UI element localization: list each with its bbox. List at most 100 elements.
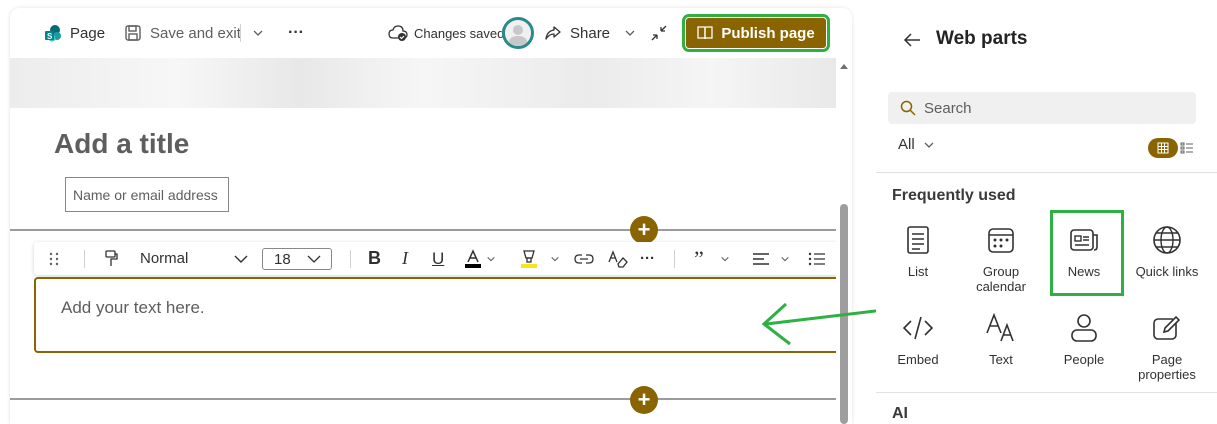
bullet-list-button[interactable]: [808, 242, 826, 275]
text-style-dropdown[interactable]: Normal: [140, 242, 248, 275]
clear-formatting-button[interactable]: [608, 242, 628, 275]
chevron-down-icon: [487, 256, 495, 261]
share-label: Share: [570, 24, 611, 42]
bold-icon: B: [368, 248, 381, 268]
search-icon: [900, 100, 916, 116]
plus-icon: +: [637, 217, 651, 242]
grid-icon: [1157, 142, 1169, 154]
highlight-button[interactable]: [520, 242, 560, 275]
web-part-people[interactable]: People: [1044, 310, 1124, 367]
bold-button[interactable]: B: [368, 242, 381, 275]
web-parts-search-input[interactable]: Search: [888, 92, 1196, 124]
italic-button[interactable]: I: [402, 242, 408, 275]
web-part-page-properties[interactable]: Page properties: [1127, 310, 1207, 382]
web-part-quick-links[interactable]: Quick links: [1127, 222, 1207, 279]
web-part-list[interactable]: List: [878, 222, 958, 279]
section-heading-frequently-used: Frequently used: [892, 187, 1016, 204]
web-part-label: Page properties: [1138, 352, 1196, 382]
drag-handle-icon: [49, 252, 59, 265]
book-icon: [697, 26, 713, 40]
panel-divider: [876, 392, 1217, 393]
chevron-down-icon: [551, 256, 559, 261]
more-icon: ···: [640, 250, 655, 267]
font-size-value: 18: [274, 250, 291, 268]
share-icon: [545, 26, 561, 40]
more-formatting-button[interactable]: ···: [640, 242, 655, 275]
text-icon: [986, 313, 1014, 342]
save-status: Changes saved: [388, 18, 504, 48]
avatar-icon: [508, 25, 528, 46]
grid-view-toggle[interactable]: [1148, 138, 1178, 158]
chevron-down-icon: [253, 30, 263, 36]
chevron-down-icon: [234, 255, 248, 263]
list-icon: [907, 226, 929, 254]
chevron-down-icon: [781, 256, 789, 261]
scrollbar[interactable]: [836, 58, 852, 424]
underline-icon: U: [432, 248, 445, 268]
save-and-exit-button[interactable]: Save and exit: [124, 18, 241, 48]
add-section-button[interactable]: +: [630, 216, 658, 244]
web-part-label: Quick links: [1135, 264, 1199, 279]
link-button[interactable]: [574, 242, 594, 275]
title-banner-image: [10, 58, 836, 108]
bullet-list-icon: [808, 252, 825, 265]
separator: [350, 250, 351, 268]
quote-button[interactable]: ”: [694, 242, 730, 275]
text-formatting-toolbar: Normal 18 B I U ··· ”: [34, 242, 840, 275]
back-arrow-icon[interactable]: [902, 30, 922, 50]
web-part-embed[interactable]: Embed: [878, 310, 958, 367]
scroll-up-icon[interactable]: [839, 62, 849, 70]
collapse-icon: [651, 25, 667, 41]
page-title-input[interactable]: Add a title: [54, 128, 189, 160]
more-options-button[interactable]: ···: [288, 18, 304, 48]
add-section-button[interactable]: +: [630, 386, 658, 414]
page-button[interactable]: S Page: [44, 18, 105, 48]
web-part-text[interactable]: Text: [961, 310, 1041, 367]
person-icon: [1071, 314, 1097, 342]
align-button[interactable]: [752, 242, 790, 275]
format-painter-button[interactable]: [104, 242, 118, 275]
chevron-down-icon: [721, 256, 729, 261]
list-view-icon[interactable]: [1180, 142, 1194, 154]
section-heading-ai: AI: [892, 405, 908, 422]
separator: [240, 24, 241, 42]
share-button[interactable]: Share: [544, 18, 636, 48]
web-part-label: Group calendar: [976, 264, 1026, 294]
collapse-button[interactable]: [650, 18, 668, 48]
edit-icon: [1153, 315, 1181, 340]
publish-page-button[interactable]: Publish page: [682, 14, 830, 52]
web-part-label: List: [907, 264, 929, 279]
author-input[interactable]: Name or email address: [65, 177, 229, 212]
chevron-down-icon: [307, 255, 321, 263]
italic-icon: I: [402, 248, 408, 268]
drag-handle[interactable]: [48, 242, 60, 275]
link-icon: [574, 253, 594, 264]
publish-page-label: Publish page: [721, 24, 815, 42]
text-web-part-input[interactable]: Add your text here.: [34, 277, 844, 353]
web-part-group-calendar[interactable]: Group calendar: [961, 222, 1041, 294]
web-part-label: Text: [989, 352, 1013, 367]
news-highlight-box: [1050, 210, 1124, 296]
font-color-button[interactable]: [464, 242, 496, 275]
save-options-chevron[interactable]: [252, 18, 264, 48]
font-size-dropdown[interactable]: 18: [262, 248, 332, 270]
code-icon: [902, 316, 934, 340]
cloud-check-icon: [388, 25, 408, 41]
page-editor: S Page Save and exit ··· Changes saved S…: [10, 8, 852, 424]
web-parts-panel: Web parts Search All Frequently used Lis…: [876, 0, 1217, 424]
svg-text:S: S: [47, 32, 53, 41]
save-and-exit-label: Save and exit: [150, 24, 241, 42]
search-placeholder: Search: [924, 99, 972, 117]
text-style-value: Normal: [140, 250, 189, 267]
plus-icon: +: [637, 387, 651, 412]
user-avatar[interactable]: [502, 17, 534, 49]
page-canvas: Add a title Name or email address + Norm…: [10, 58, 844, 424]
category-filter-value: All: [898, 136, 915, 153]
underline-button[interactable]: U: [432, 242, 444, 275]
calendar-icon: [988, 228, 1014, 253]
save-status-label: Changes saved: [414, 25, 505, 41]
highlighter-icon: [521, 249, 537, 268]
globe-icon: [1153, 226, 1181, 254]
web-part-label: People: [1063, 352, 1105, 367]
category-filter-dropdown[interactable]: All: [898, 136, 935, 153]
